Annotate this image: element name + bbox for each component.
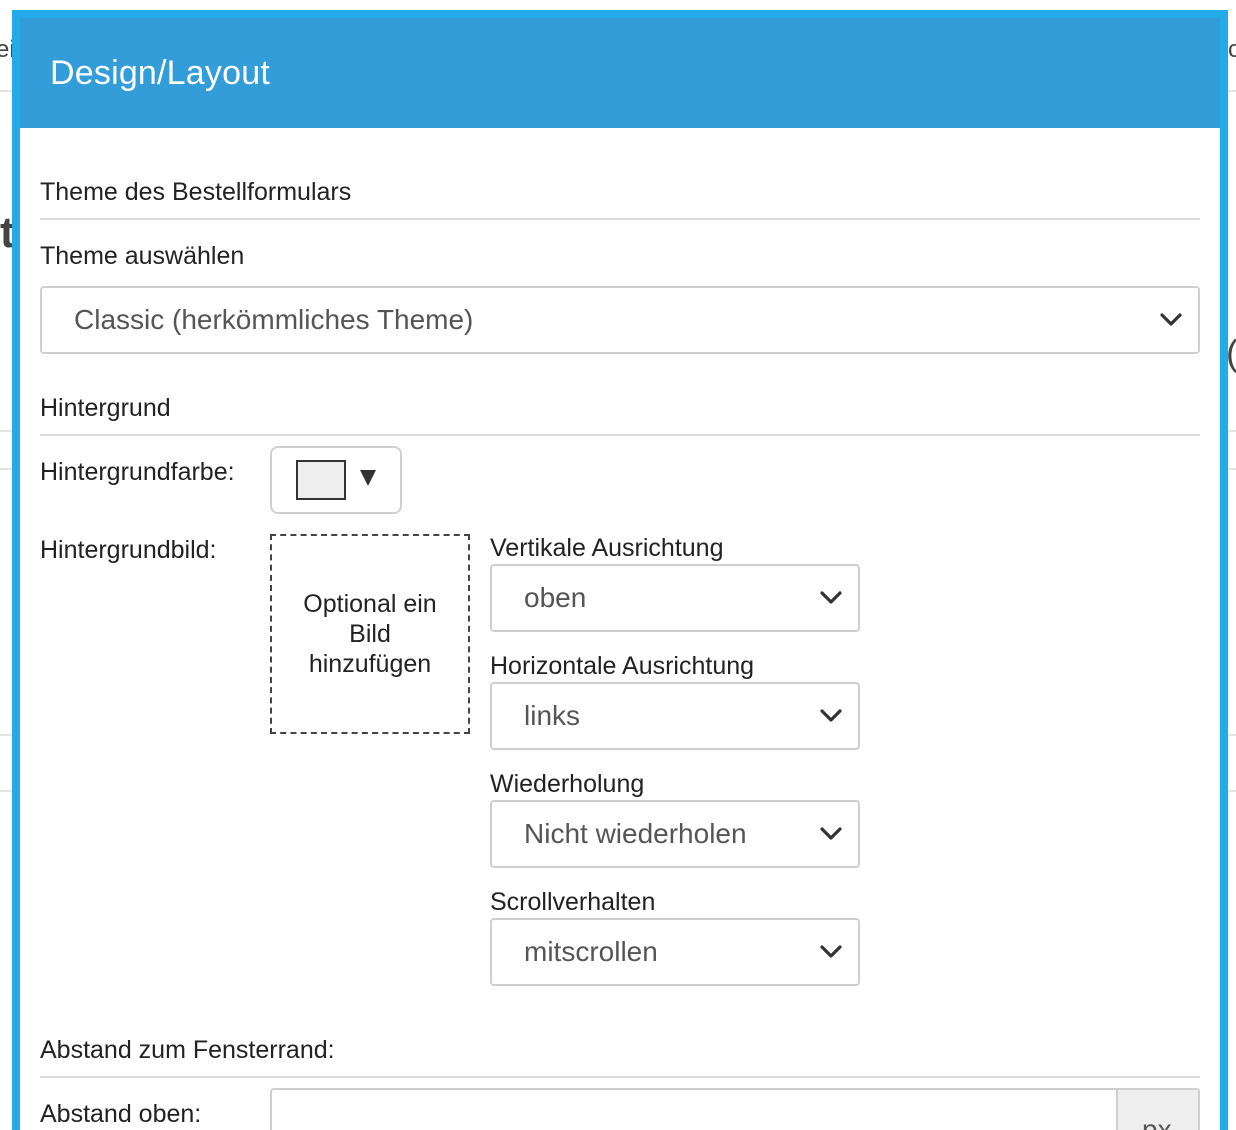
top-spacing-input-group: px [270,1088,1200,1130]
horizontal-alignment-label: Horizontale Ausrichtung [490,652,755,680]
theme-select[interactable]: Classic (herkömmliches Theme) [40,286,1200,354]
top-spacing-input[interactable] [272,1090,1112,1130]
px-unit-addon: px [1116,1090,1198,1130]
vertical-alignment-label: Vertikale Ausrichtung [490,534,724,562]
horizontal-alignment-select[interactable]: links [490,682,860,750]
background-divider [1228,430,1236,432]
repeat-value: Nicht wiederholen [524,818,747,849]
background-divider [1228,734,1236,736]
horizontal-alignment-value: links [524,700,581,731]
chevron-down-icon [820,945,842,958]
background-divider [0,790,12,792]
background-text-fragment: c [1228,36,1236,63]
caret-down-icon [360,470,376,486]
dialog-header: Design/Layout [20,18,1220,128]
repeat-select[interactable]: Nicht wiederholen [490,800,860,868]
background-divider [1228,790,1236,792]
background-image-dropzone[interactable]: Optional ein Bild hinzufügen [270,534,470,734]
background-section-title: Hintergrund [40,394,171,422]
chevron-down-icon [820,827,842,840]
top-spacing-label: Abstand oben: [40,1100,202,1128]
chevron-down-icon [820,709,842,722]
repeat-label: Wiederholung [490,770,645,798]
background-divider [0,734,12,736]
background-color-label: Hintergrundfarbe: [40,458,235,486]
background-divider [0,90,12,92]
background-divider [1228,90,1236,92]
dialog-title: Design/Layout [50,54,270,92]
theme-select-label: Theme auswählen [40,242,245,270]
theme-section-title: Theme des Bestellformulars [40,178,352,206]
background-color-picker[interactable] [270,446,402,514]
vertical-alignment-select[interactable]: oben [490,564,860,632]
unit-label: px [1142,1114,1172,1130]
section-divider [40,434,1200,436]
chevron-down-icon [1160,313,1182,326]
background-image-label: Hintergrundbild: [40,536,217,564]
scroll-behavior-select[interactable]: mitscrollen [490,918,860,986]
scroll-behavior-label: Scrollverhalten [490,888,656,916]
color-swatch [296,460,346,500]
background-divider [0,468,12,470]
image-dropzone-text: Optional ein Bild hinzufügen [303,590,437,678]
section-divider [40,1076,1200,1078]
background-divider [1228,468,1236,470]
spacing-section-title: Abstand zum Fensterrand: [40,1036,335,1064]
chevron-down-icon [820,591,842,604]
section-divider [40,218,1200,220]
background-divider [0,430,12,432]
vertical-alignment-value: oben [524,582,587,613]
design-layout-dialog: Design/Layout Theme des Bestellformulars… [12,10,1228,1130]
scroll-behavior-value: mitscrollen [524,936,658,967]
theme-select-value: Classic (herkömmliches Theme) [74,304,474,335]
